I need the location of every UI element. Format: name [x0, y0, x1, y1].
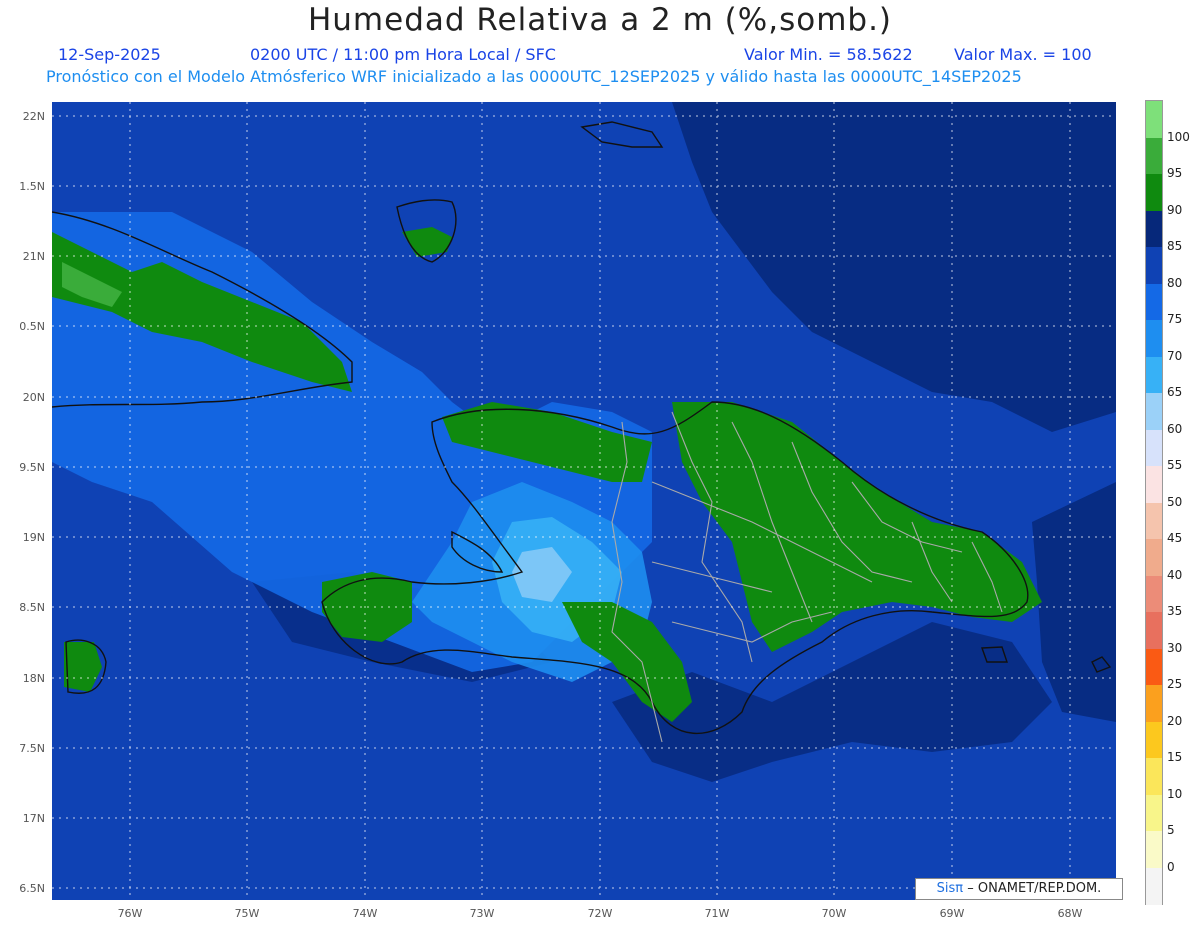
- green-small-island: [64, 642, 102, 692]
- lat-label: 6.5N: [19, 882, 45, 895]
- lat-label: 1.5N: [19, 180, 45, 193]
- forecast-date: 12-Sep-2025: [58, 45, 161, 64]
- colorbar-segment: [1146, 174, 1162, 211]
- lon-label: 73W: [469, 907, 495, 920]
- colorbar-segment: [1146, 393, 1162, 430]
- colorbar-segment: [1146, 831, 1162, 868]
- lat-label: 17N: [22, 812, 45, 825]
- colorbar-label: 65: [1167, 385, 1183, 399]
- colorbar-label: 50: [1167, 494, 1183, 509]
- lon-label: 69W: [939, 907, 965, 920]
- colorbar-segment: [1146, 612, 1162, 649]
- lat-label: 22N: [22, 110, 45, 123]
- colorbar-label: 95: [1167, 166, 1183, 180]
- map-layers: [52, 102, 1116, 900]
- colorbar-segment: [1146, 721, 1162, 759]
- colorbar-label: 85: [1167, 239, 1183, 253]
- colorbar-segment: [1146, 356, 1162, 394]
- lat-label: 18N: [22, 672, 45, 685]
- dark-band-north: [672, 102, 1116, 432]
- humidity-map: [52, 102, 1116, 900]
- colorbar-label: 15: [1167, 750, 1183, 764]
- value-max: Valor Max. = 100: [954, 45, 1092, 64]
- colorbar-label: 5: [1167, 823, 1175, 837]
- lon-label: 74W: [352, 907, 378, 920]
- lat-label: 19N: [22, 531, 45, 544]
- colorbar-label: 70: [1167, 348, 1183, 363]
- colorbar-segment: [1146, 210, 1162, 248]
- lon-label: 71W: [704, 907, 730, 920]
- lon-label: 68W: [1057, 907, 1083, 920]
- colorbar-label: 60: [1167, 421, 1183, 436]
- colorbar-label: 0: [1167, 859, 1175, 874]
- colorbar-segment: [1146, 247, 1162, 284]
- colorbar-segment: [1146, 502, 1162, 540]
- colorbar-label: 40: [1167, 567, 1183, 582]
- colorbar-label: 90: [1167, 202, 1183, 217]
- forecast-description: Pronóstico con el Modelo Atmósferico WRF…: [46, 67, 1022, 86]
- colorbar-segment: [1146, 320, 1162, 357]
- map-title: Humedad Relativa a 2 m (%,somb.): [307, 2, 893, 38]
- colorbar-label: 10: [1167, 786, 1183, 801]
- colorbar-label: 30: [1167, 640, 1183, 655]
- colorbar-label: 100: [1167, 129, 1190, 144]
- lon-label: 75W: [234, 907, 260, 920]
- colorbar-label: 75: [1167, 312, 1183, 326]
- colorbar-segment: [1146, 539, 1162, 576]
- lat-label: 0.5N: [19, 320, 45, 333]
- colorbar-segment: [1146, 648, 1162, 686]
- lon-label: 70W: [821, 907, 847, 920]
- colorbar-segment: [1146, 758, 1162, 795]
- lon-label: 72W: [587, 907, 613, 920]
- colorbar-label: 35: [1167, 604, 1183, 618]
- colorbar-label: 45: [1167, 531, 1183, 545]
- colorbar-segment: [1146, 283, 1162, 321]
- credit-text: – ONAMET/REP.DOM.: [967, 881, 1102, 896]
- dark-band-east: [1032, 482, 1116, 722]
- credit-badge: Sisπ – ONAMET/REP.DOM.: [915, 878, 1123, 900]
- colorbar-segment: [1146, 685, 1162, 722]
- colorbar-segment: [1146, 101, 1162, 138]
- lat-label: 7.5N: [19, 742, 45, 755]
- lat-label: 21N: [22, 250, 45, 263]
- lat-label: 8.5N: [19, 601, 45, 614]
- colorbar-segment: [1146, 429, 1162, 467]
- colorbar-segment: [1146, 137, 1162, 175]
- lat-label: 9.5N: [19, 461, 45, 474]
- colorbar-segment: [1146, 466, 1162, 503]
- sispi-logo-text: Sisπ: [936, 881, 964, 896]
- colorbar-label: 55: [1167, 458, 1183, 472]
- value-min: Valor Min. = 58.5622: [744, 45, 913, 64]
- colorbar-label: 25: [1167, 677, 1183, 691]
- forecast-time: 0200 UTC / 11:00 pm Hora Local / SFC: [250, 45, 556, 64]
- colorbar-label: 20: [1167, 713, 1183, 728]
- colorbar-segment: [1146, 575, 1162, 613]
- colorbar-segment: [1146, 794, 1162, 832]
- lon-label: 76W: [117, 907, 143, 920]
- colorbar-segment: [1146, 867, 1162, 905]
- colorbar-label: 80: [1167, 275, 1183, 290]
- lat-label: 20N: [22, 391, 45, 404]
- colorbar: [1145, 100, 1163, 905]
- green-hispaniola-dr: [672, 402, 1042, 652]
